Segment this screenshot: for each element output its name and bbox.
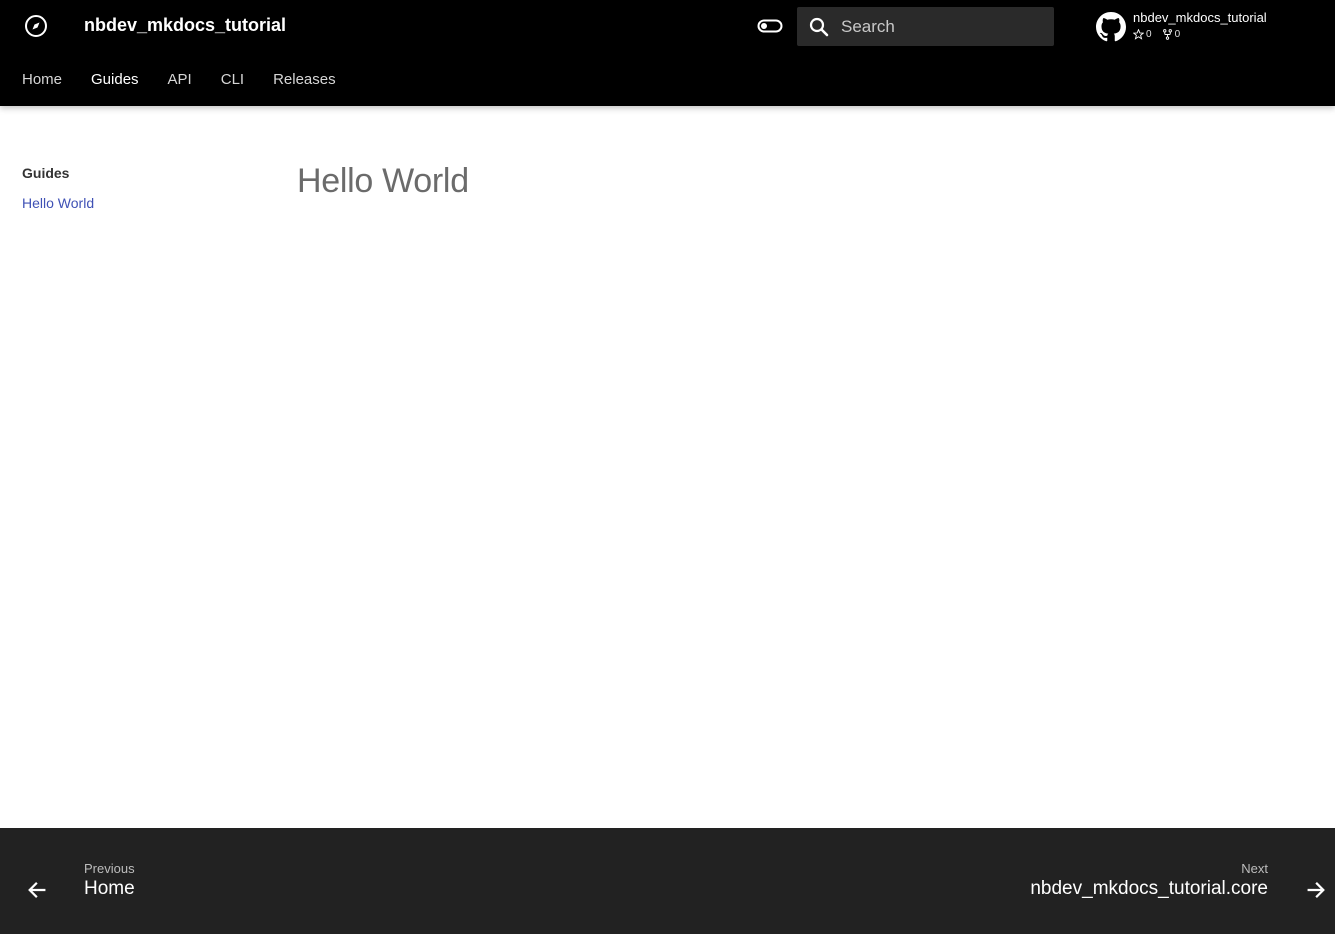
tab-guides[interactable]: Guides	[91, 66, 139, 94]
forks-count: 0	[1162, 29, 1181, 40]
stars-value: 0	[1146, 29, 1152, 40]
toggle-switch-icon[interactable]	[757, 14, 783, 38]
previous-label: Previous	[84, 861, 135, 876]
repository-link[interactable]: nbdev_mkdocs_tutorial 0 0	[1096, 8, 1316, 48]
fork-icon	[1162, 29, 1172, 40]
footer-navigation: Previous Home Next nbdev_mkdocs_tutorial…	[0, 828, 1335, 934]
compass-icon[interactable]	[24, 14, 48, 38]
arrow-right-icon	[1305, 879, 1327, 901]
arrow-left-icon	[26, 879, 48, 901]
tab-api[interactable]: API	[168, 66, 192, 94]
next-page-link[interactable]: Next nbdev_mkdocs_tutorial.core	[935, 828, 1335, 934]
search-input[interactable]	[841, 7, 1047, 46]
stars-count: 0	[1133, 29, 1152, 40]
previous-page-link[interactable]: Previous Home	[0, 828, 300, 934]
tab-home[interactable]: Home	[22, 66, 62, 94]
sidebar-item-hello-world[interactable]: Hello World	[22, 195, 94, 211]
search-box[interactable]	[797, 7, 1054, 46]
tab-cli[interactable]: CLI	[221, 66, 244, 94]
repository-name: nbdev_mkdocs_tutorial	[1133, 10, 1267, 25]
site-header: nbdev_mkdocs_tutorial nbdev_mkdocs_tutor…	[0, 0, 1335, 106]
tab-navigation: Home Guides API CLI Releases	[0, 66, 343, 94]
github-icon	[1096, 12, 1126, 42]
forks-value: 0	[1174, 29, 1181, 40]
sidebar-title: Guides	[22, 165, 70, 181]
star-icon	[1133, 29, 1144, 40]
site-title[interactable]: nbdev_mkdocs_tutorial	[84, 13, 286, 37]
next-label: Next	[1241, 861, 1268, 876]
tab-releases[interactable]: Releases	[273, 66, 336, 94]
page-title: Hello World	[297, 162, 469, 200]
previous-title: Home	[84, 878, 135, 899]
search-icon	[807, 15, 831, 39]
repository-facts: 0 0	[1133, 29, 1180, 40]
next-title: nbdev_mkdocs_tutorial.core	[1030, 878, 1268, 899]
